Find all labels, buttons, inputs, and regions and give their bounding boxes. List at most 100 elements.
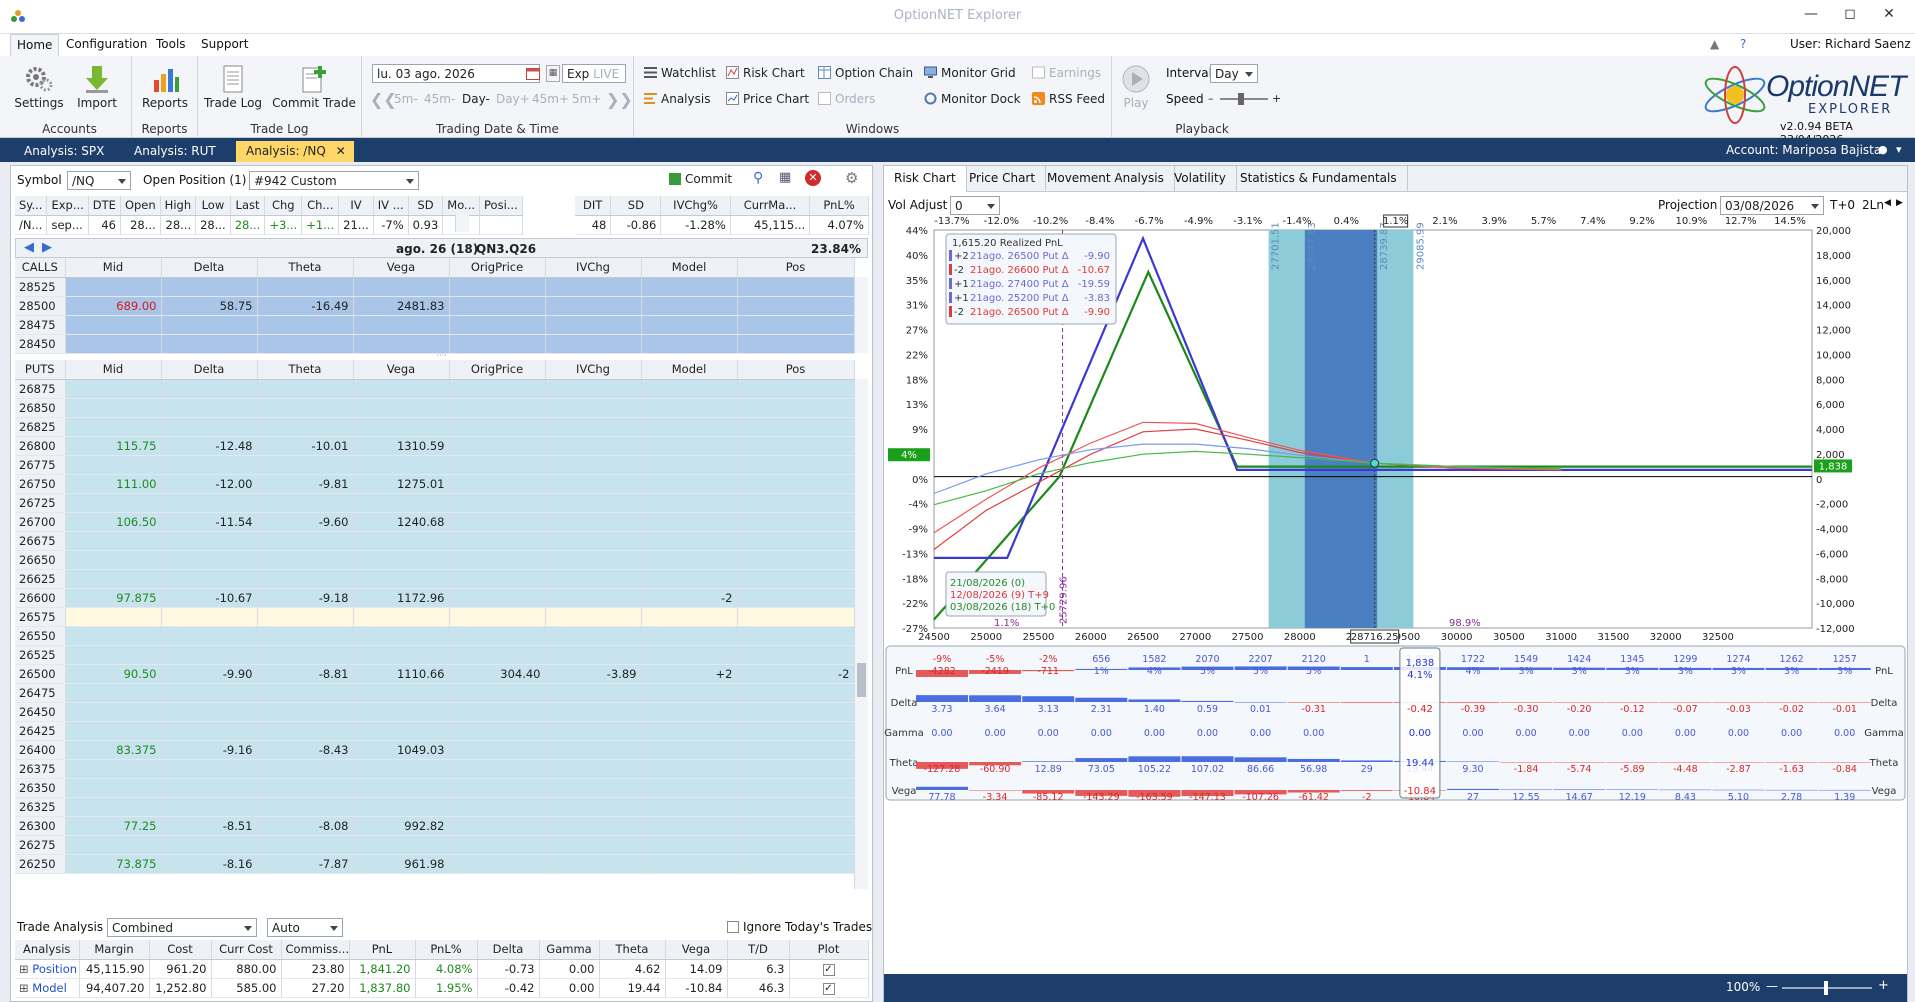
puts-scroll-thumb[interactable] <box>857 663 866 697</box>
tab-movement-analysis[interactable]: Movement Analysis <box>1037 166 1175 192</box>
table-row[interactable]: 26600 97.875 -10.67 -9.18 1172.96 -2 <box>15 588 855 608</box>
table-row[interactable]: 26575 <box>15 607 855 627</box>
table-row[interactable]: ⊞ Model 94,407.20 1,252.80 585.00 27.20 1,837… <box>15 978 869 998</box>
table-row[interactable]: 26775 <box>15 455 855 475</box>
table-row[interactable]: 26425 <box>15 721 855 741</box>
step-5m-back[interactable]: 5m- <box>394 92 418 106</box>
table-row[interactable]: ⊞ Position 45,115.90 961.20 880.00 23.80 1,84… <box>15 959 869 979</box>
summary-scrollbar[interactable] <box>455 214 469 232</box>
expand-icon[interactable]: ⊞ <box>19 981 32 995</box>
monitor-dock-button[interactable]: Monitor Dock <box>924 92 1021 106</box>
account-pin-icon[interactable]: ▾ <box>1896 143 1902 156</box>
table-row[interactable]: 26300 77.25 -8.51 -8.08 992.82 <box>15 816 855 836</box>
table-row[interactable]: 26400 83.375 -9.16 -8.43 1049.03 <box>15 740 855 760</box>
menu-support[interactable]: Support <box>201 37 248 51</box>
search-icon[interactable]: ⚲ <box>753 170 763 186</box>
step-45m-fwd[interactable]: 45m+ <box>532 92 569 106</box>
minimize-button[interactable]: — <box>1800 6 1822 26</box>
risk-chart[interactable]: 27701.51 28047.63 28739.87 29085.99 25729.96… <box>884 214 1907 644</box>
maximize-button[interactable]: ◻ <box>1839 6 1861 26</box>
tab-volatility[interactable]: Volatility <box>1164 166 1237 192</box>
projection-next-icon[interactable]: ▶ <box>1896 198 1903 208</box>
speed-plus-icon[interactable]: + <box>1272 92 1281 105</box>
speed-minus-icon[interactable]: – <box>1208 92 1214 105</box>
table-row[interactable]: 26375 <box>15 759 855 779</box>
step-45m-back[interactable]: 45m- <box>424 92 455 106</box>
option-chain-button[interactable]: Option Chain <box>818 66 913 80</box>
settings-button[interactable]: Settings <box>14 64 64 110</box>
prev-expiry-icon[interactable]: ◀ <box>24 240 34 255</box>
tab-risk-chart[interactable]: Risk Chart <box>884 166 967 192</box>
settings-gear-icon[interactable]: ⚙ <box>845 169 858 187</box>
watchlist-button[interactable]: Watchlist <box>644 66 716 80</box>
projection-prev-icon[interactable]: ◀ <box>1884 198 1891 208</box>
tab-analysis-nq[interactable]: Analysis: /NQ ✕ <box>236 141 354 162</box>
earnings-button[interactable]: Earnings <box>1032 66 1101 80</box>
tab-statistics[interactable]: Statistics & Fundamentals <box>1230 166 1408 192</box>
step-day-fwd[interactable]: Day+ <box>496 92 530 106</box>
position-select[interactable]: #942 Custom <box>249 171 419 190</box>
table-row[interactable]: 26850 <box>15 398 855 418</box>
tab-price-chart[interactable]: Price Chart <box>959 166 1047 192</box>
projection-date-input[interactable]: 03/08/2026 <box>1720 196 1824 215</box>
menu-tools[interactable]: Tools <box>156 37 186 51</box>
help-icon[interactable]: ? <box>1740 37 1746 51</box>
table-row[interactable]: 26450 <box>15 702 855 722</box>
lines-label[interactable]: 2Ln <box>1862 198 1884 212</box>
symbol-select[interactable]: /NQ <box>67 171 131 190</box>
menu-configuration[interactable]: Configuration <box>66 37 147 51</box>
zoom-thumb[interactable] <box>1824 981 1828 995</box>
ignore-today-checkbox[interactable] <box>727 921 739 933</box>
collapse-ribbon-icon[interactable]: ▲ <box>1710 37 1719 51</box>
menu-home[interactable]: Home <box>10 34 60 56</box>
table-row[interactable]: 26275 <box>15 835 855 855</box>
step-forward-icon[interactable]: ❯❯ <box>606 90 633 109</box>
table-row[interactable]: 26550 <box>15 626 855 646</box>
import-button[interactable]: Import <box>72 64 122 110</box>
close-tab-icon[interactable]: ✕ <box>336 144 346 158</box>
plot-checkbox[interactable]: ✓ <box>822 964 835 976</box>
table-row[interactable]: 26675 <box>15 531 855 551</box>
vol-adjust-input[interactable]: 0 <box>950 196 1000 215</box>
next-expiry-icon[interactable]: ▶ <box>42 240 52 255</box>
price-chart-button[interactable]: Price Chart <box>726 92 809 106</box>
speed-thumb[interactable] <box>1238 93 1244 105</box>
table-row[interactable]: 28500 689.00 58.75 -16.49 2481.83 <box>15 296 855 316</box>
live-toggle-icon[interactable]: ▦ <box>546 65 560 82</box>
rss-feed-button[interactable]: RSS Feed <box>1032 92 1105 106</box>
interval-select[interactable]: Day <box>1210 64 1258 83</box>
trade-analysis-mode-select[interactable]: Combined <box>107 918 257 937</box>
expand-icon[interactable]: ⊞ <box>19 962 32 976</box>
calls-scrollbar[interactable] <box>854 277 868 353</box>
commit-trade-button[interactable]: Commit Trade <box>270 64 358 110</box>
step-5m-fwd[interactable]: 5m+ <box>572 92 601 106</box>
close-window-button[interactable]: ✕ <box>1878 6 1900 26</box>
table-row[interactable]: 28475 <box>15 315 855 335</box>
table-row[interactable]: 26475 <box>15 683 855 703</box>
table-row[interactable]: 26725 <box>15 493 855 513</box>
commit-button[interactable]: Commit <box>669 172 732 186</box>
step-back-icon[interactable]: ❮❮ <box>370 90 397 109</box>
speed-slider[interactable]: – + <box>1208 92 1282 106</box>
tab-analysis-rut[interactable]: Analysis: RUT <box>124 141 226 162</box>
monitor-grid-button[interactable]: Monitor Grid <box>924 66 1016 80</box>
tab-analysis-spx[interactable]: Analysis: SPX <box>14 141 114 162</box>
trade-log-button[interactable]: Trade Log <box>202 64 264 110</box>
table-row[interactable]: 26325 <box>15 797 855 817</box>
delete-icon[interactable]: ✕ <box>805 170 821 186</box>
table-row[interactable]: 26525 <box>15 645 855 665</box>
analysis-button[interactable]: Analysis <box>644 92 710 106</box>
play-button[interactable]: Play <box>1118 64 1154 110</box>
table-row[interactable]: 26875 <box>15 379 855 399</box>
trading-date-input[interactable]: lu. 03 ago. 2026 <box>372 64 540 83</box>
table-row[interactable]: 26500 90.50 -9.90 -8.81 1110.66 304.40 -3.89 +2… <box>15 664 855 684</box>
orders-button[interactable]: Orders <box>818 92 875 106</box>
table-row[interactable]: 28525 <box>15 277 855 297</box>
table-row[interactable]: 26700 106.50 -11.54 -9.60 1240.68 <box>15 512 855 532</box>
reports-button[interactable]: Reports <box>138 64 192 110</box>
table-row[interactable]: 26650 <box>15 550 855 570</box>
account-menu-icon[interactable]: ● <box>1878 143 1888 156</box>
plot-checkbox[interactable]: ✓ <box>822 983 835 995</box>
table-row[interactable]: 26350 <box>15 778 855 798</box>
risk-chart-button[interactable]: Risk Chart <box>726 66 805 80</box>
